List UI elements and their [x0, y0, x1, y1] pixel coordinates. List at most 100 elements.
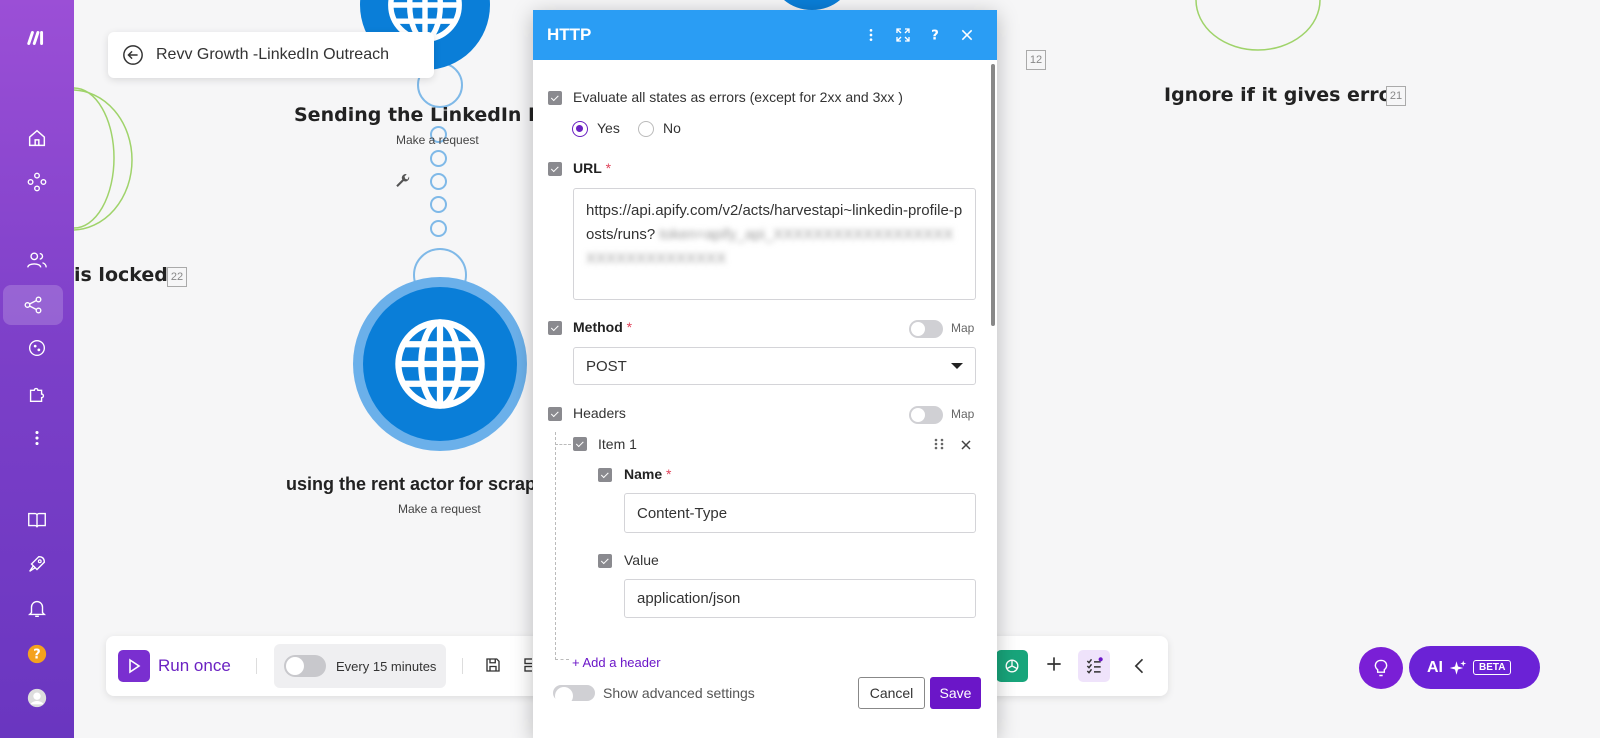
add-icon[interactable]: [1044, 654, 1064, 679]
lightbulb-icon[interactable]: [1359, 647, 1403, 689]
checklist-icon[interactable]: [1078, 650, 1110, 682]
save-button[interactable]: Save: [930, 677, 981, 709]
save-icon[interactable]: [484, 656, 502, 679]
method-label: Method *: [573, 319, 633, 335]
add-header-link[interactable]: + Add a header: [572, 655, 661, 668]
headers-checkbox[interactable]: [548, 407, 562, 421]
value-checkbox[interactable]: [598, 554, 612, 568]
schedule-toggle[interactable]: [284, 655, 326, 677]
url-label-text: URL: [573, 160, 602, 176]
advanced-label: Show advanced settings: [603, 685, 755, 701]
node-main-subtitle: Make a request: [398, 502, 481, 516]
modal-body: Evaluate all states as errors (except fo…: [533, 60, 997, 668]
http-node-partial[interactable]: [772, 0, 852, 10]
node-top-title: Sending the LinkedIn Rec: [294, 104, 567, 126]
advanced-toggle[interactable]: [553, 685, 595, 705]
item1-label: Item 1: [598, 436, 637, 452]
url-label: URL *: [573, 160, 612, 176]
name-label-text: Name: [624, 466, 663, 482]
apps-icon[interactable]: [0, 328, 74, 368]
divider: [462, 658, 463, 674]
more-icon[interactable]: [0, 418, 74, 458]
name-label: Name *: [624, 466, 672, 482]
node-id-22: 22: [167, 267, 187, 287]
scrollbar[interactable]: [991, 64, 995, 326]
url-input[interactable]: https://api.apify.com/v2/acts/harvestapi…: [573, 188, 976, 300]
wrench-icon[interactable]: [394, 172, 412, 195]
bell-icon[interactable]: [0, 588, 74, 628]
avatar[interactable]: [0, 678, 74, 718]
openai-icon[interactable]: [996, 650, 1028, 682]
method-value: POST: [586, 357, 627, 375]
tree-line: [555, 432, 556, 660]
node-id-12: 12: [1026, 50, 1046, 70]
green-arc: [74, 87, 115, 229]
green-arc-right: [1195, 0, 1321, 51]
organization-icon[interactable]: [0, 162, 74, 202]
header-name-input[interactable]: Content-Type: [624, 493, 976, 533]
method-label-text: Method: [573, 319, 623, 335]
remove-item-icon[interactable]: [960, 438, 972, 456]
help-icon[interactable]: ?: [0, 634, 74, 674]
svg-text:?: ?: [33, 648, 40, 663]
yes-label: Yes: [597, 120, 620, 136]
run-once-label: Run once: [158, 656, 231, 675]
svg-text:?: ?: [931, 29, 939, 43]
modal-footer: Show advanced settings Cancel Save: [533, 668, 997, 718]
yes-radio[interactable]: [572, 121, 588, 137]
link-dot: [430, 173, 447, 190]
play-icon: [118, 650, 150, 682]
method-map-toggle[interactable]: [909, 320, 943, 338]
evaluate-label: Evaluate all states as errors (except fo…: [573, 89, 903, 105]
node-main-title: using the rent actor for scraping t: [286, 474, 575, 494]
headers-map-label: Map: [951, 407, 975, 421]
controls-icon[interactable]: [522, 656, 532, 674]
evaluate-checkbox[interactable]: [548, 91, 562, 105]
headers-map-toggle[interactable]: [909, 406, 943, 424]
tree-line: [555, 659, 569, 660]
team-icon[interactable]: [0, 240, 74, 280]
no-label: No: [663, 120, 681, 136]
book-icon[interactable]: [0, 500, 74, 540]
locked-label: is locked: [74, 264, 168, 286]
link-dot: [430, 196, 447, 213]
schedule-control[interactable]: Every 15 minutes: [274, 644, 446, 688]
kebab-menu-icon[interactable]: [855, 27, 887, 43]
back-arrow-icon[interactable]: [122, 44, 144, 66]
name-checkbox[interactable]: [598, 468, 612, 482]
breadcrumb[interactable]: Revv Growth -LinkedIn Outreach: [108, 32, 434, 78]
sidebar: ?: [0, 0, 74, 738]
link-dot: [430, 150, 447, 167]
item1-checkbox[interactable]: [573, 437, 587, 451]
node-id-21: 21: [1386, 86, 1406, 106]
http-node-main[interactable]: [353, 277, 527, 451]
collapse-chevron-icon[interactable]: [1130, 656, 1150, 681]
divider: [256, 658, 257, 674]
modal-title: HTTP: [547, 25, 592, 44]
header-value-input[interactable]: application/json: [624, 579, 976, 618]
sparkle-icon: [1449, 660, 1467, 675]
headers-label: Headers: [573, 405, 626, 421]
home-icon[interactable]: [0, 118, 74, 158]
modal-header: HTTP ?: [533, 10, 997, 60]
close-icon[interactable]: [951, 28, 983, 42]
expand-icon[interactable]: [887, 27, 919, 43]
make-logo-icon[interactable]: [0, 18, 74, 58]
method-map-label: Map: [951, 321, 975, 335]
help-question-icon[interactable]: ?: [919, 27, 951, 43]
scenarios-icon[interactable]: [3, 285, 63, 325]
tree-line: [555, 444, 571, 445]
ignore-label: Ignore if it gives error: [1164, 84, 1402, 106]
puzzle-icon[interactable]: [0, 374, 74, 414]
no-radio[interactable]: [638, 121, 654, 137]
beta-badge: BETA: [1473, 660, 1512, 675]
url-checkbox[interactable]: [548, 162, 562, 176]
ai-label: AI: [1427, 658, 1443, 676]
cancel-button[interactable]: Cancel: [858, 677, 925, 709]
rocket-icon[interactable]: [0, 544, 74, 584]
ai-button[interactable]: AI BETA: [1409, 646, 1540, 689]
method-checkbox[interactable]: [548, 321, 562, 335]
drag-handle-icon[interactable]: [933, 437, 945, 456]
run-once-button[interactable]: Run once: [118, 650, 231, 682]
method-select[interactable]: POST: [573, 347, 976, 385]
